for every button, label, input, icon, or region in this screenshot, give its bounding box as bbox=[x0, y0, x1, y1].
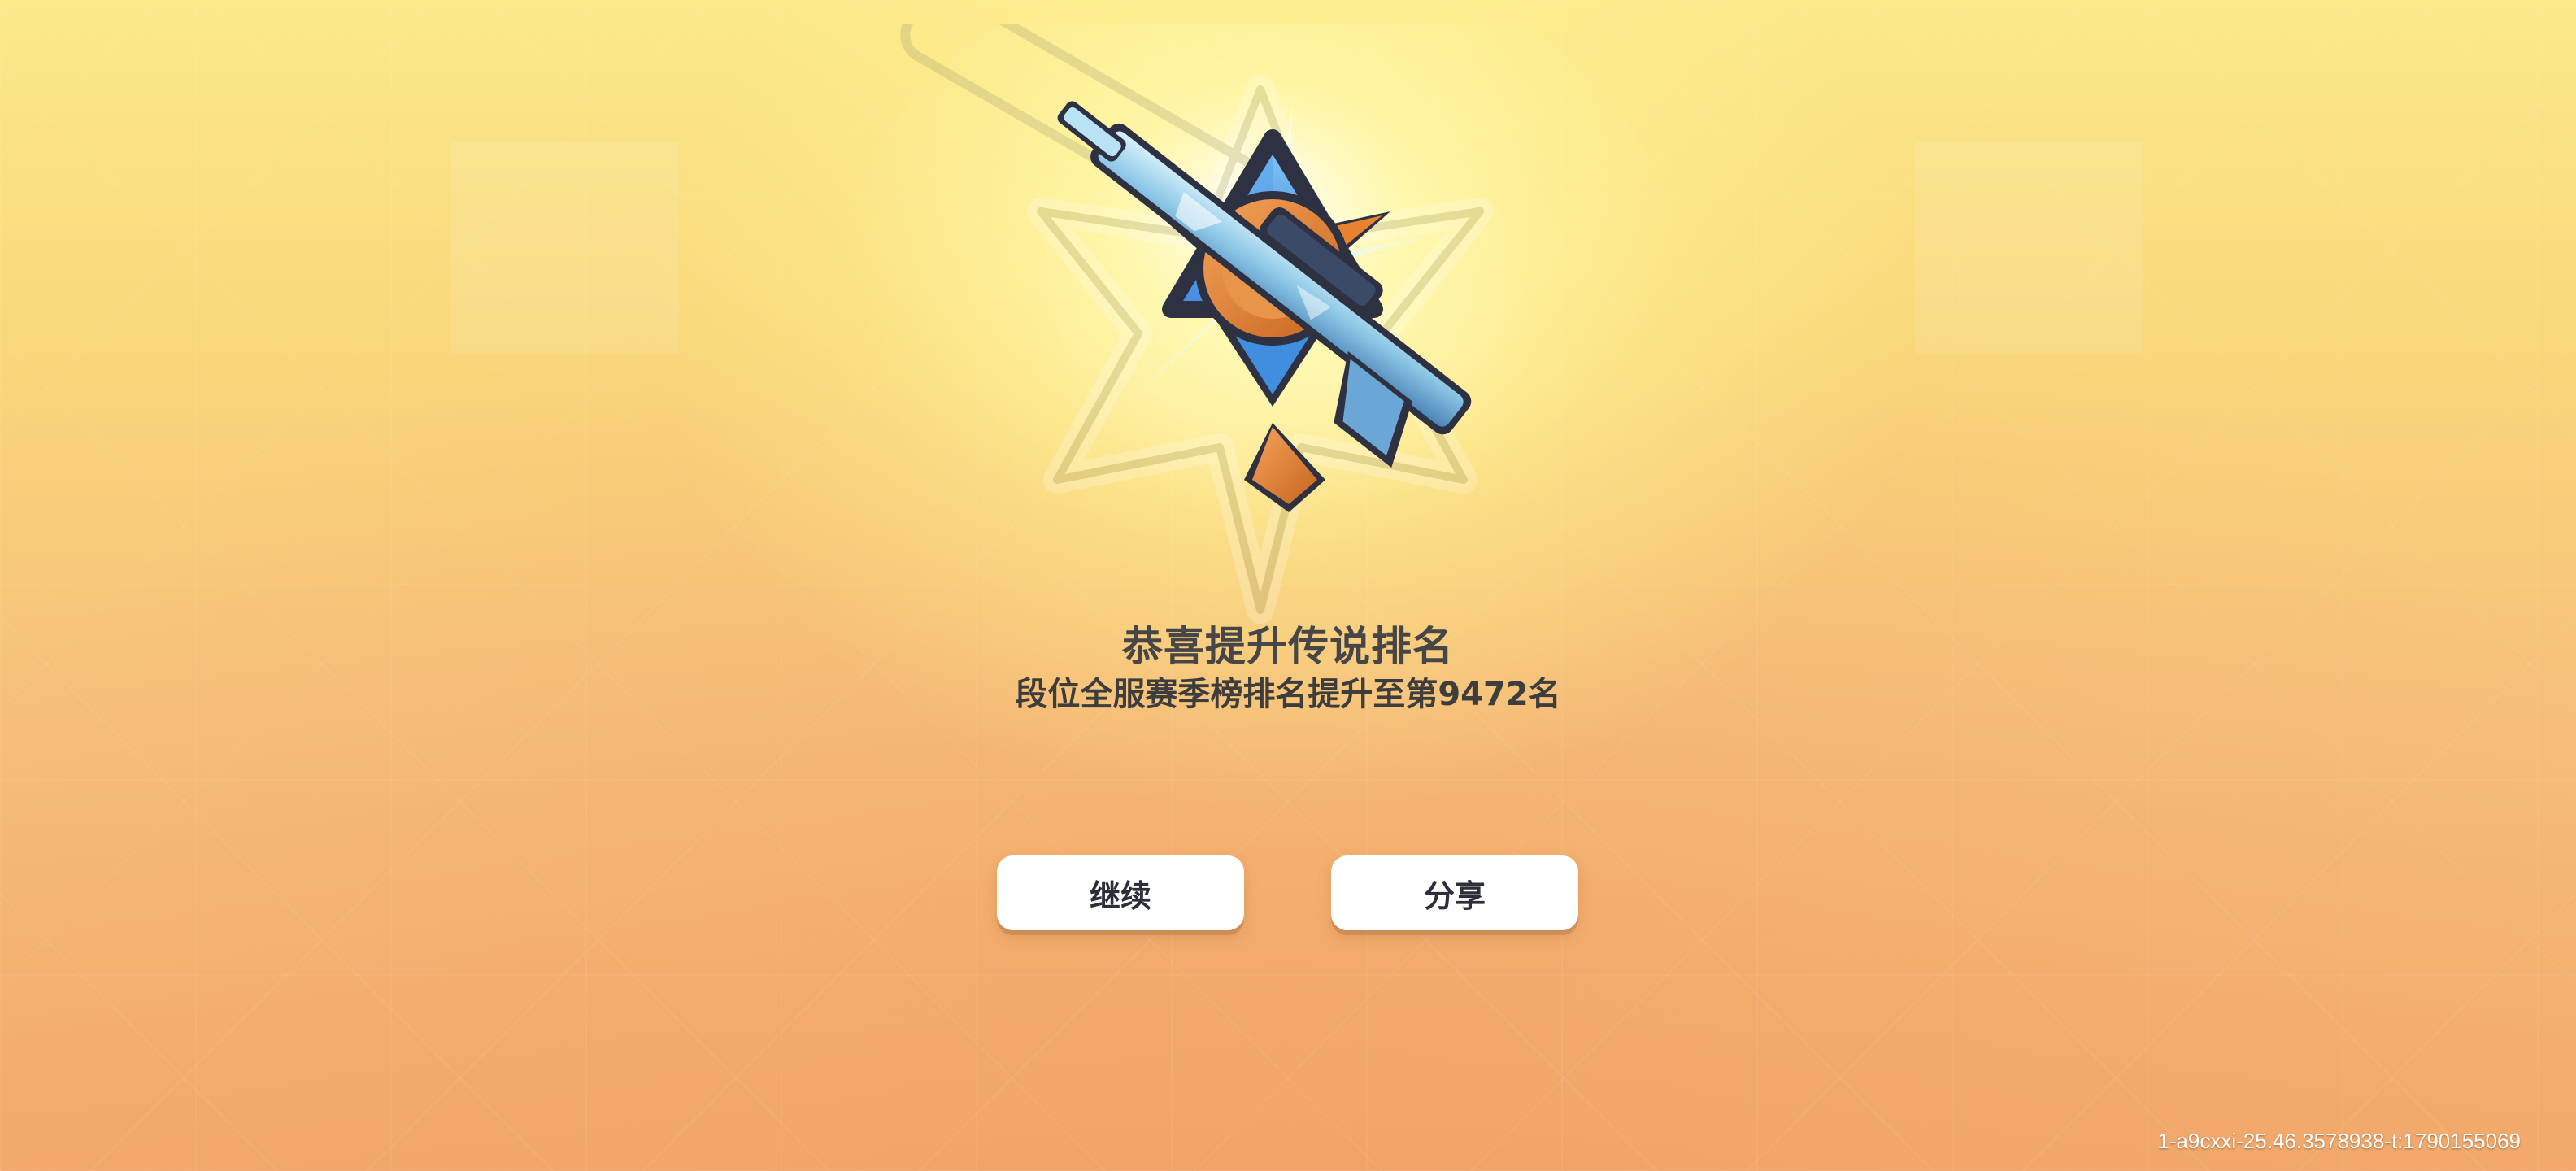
background-panel-left bbox=[451, 142, 679, 354]
subtitle-text: 段位全服赛季榜排名提升至第9472名 bbox=[1015, 676, 1561, 713]
background-panel-right bbox=[1915, 142, 2143, 354]
title-text: 恭喜提升传说排名 bbox=[1122, 623, 1454, 670]
rank-up-message: 恭喜提升传说排名 段位全服赛季榜排名提升至第9472名 bbox=[0, 622, 2576, 715]
build-id-text: 1-a9cxxi-25.46.3578938-t:1790155069 bbox=[2157, 1129, 2521, 1153]
continue-button[interactable]: 继续 bbox=[997, 855, 1244, 930]
share-button[interactable]: 分享 bbox=[1331, 855, 1578, 930]
